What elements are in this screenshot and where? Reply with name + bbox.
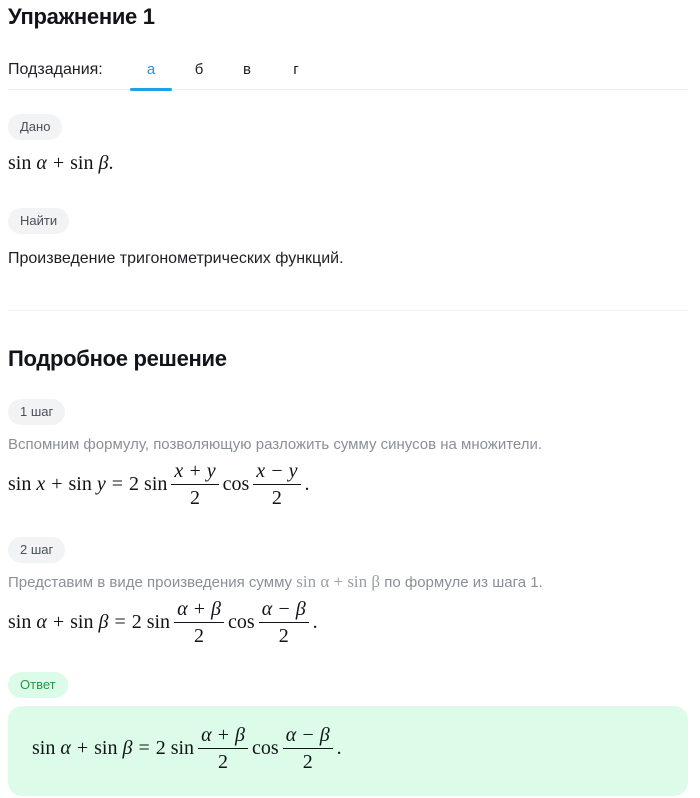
tab-subtask-g[interactable]: г: [275, 61, 317, 90]
math-var: α: [36, 152, 47, 174]
math-op: +: [76, 737, 89, 759]
math-func: sin: [68, 473, 92, 495]
math-var: x: [36, 473, 46, 495]
math-eq: =: [138, 737, 150, 759]
find-text: Произведение тригонометрических функций.: [8, 250, 344, 267]
tab-subtask-a[interactable]: а: [130, 61, 172, 91]
math-var: α: [36, 611, 47, 633]
math-fraction: α − β2: [258, 598, 309, 647]
math-var: α: [60, 737, 71, 759]
math-func: sin: [146, 611, 171, 633]
math-func: sin: [8, 473, 32, 495]
math-period: .: [312, 611, 318, 633]
math-coef: 2: [129, 473, 140, 495]
step-1-text: Вспомним формулу, позволяющую разложить …: [8, 436, 543, 453]
math-func: sin: [170, 737, 195, 759]
math-var: β: [98, 152, 109, 174]
find-badge: Найти: [8, 208, 70, 234]
math-period: .: [336, 737, 342, 759]
given-expression: sin α + sin β .: [8, 152, 113, 175]
math-func: sin: [94, 737, 118, 759]
math-op: +: [51, 473, 63, 495]
answer-badge: Ответ: [8, 672, 68, 698]
subtasks-label: Подзадания:: [8, 61, 103, 78]
solution-title: Подробное решение: [8, 346, 227, 371]
answer-formula: sin α + sin β = 2 sin α + β2 cos α − β2 …: [32, 724, 342, 773]
math-func: sin: [70, 152, 94, 174]
math-func: sin: [70, 611, 94, 633]
tab-subtask-v[interactable]: в: [226, 61, 268, 90]
math-func: cos: [222, 473, 250, 495]
math-coef: 2: [131, 611, 142, 633]
subtasks-tabs: Подзадания: а б в г: [8, 56, 688, 91]
math-period: .: [304, 473, 310, 495]
step-1-badge: 1 шаг: [8, 399, 66, 425]
math-eq: =: [114, 611, 126, 633]
math-var: β: [98, 611, 109, 633]
math-fraction: α + β2: [198, 724, 249, 773]
math-eq: =: [111, 473, 124, 495]
step-2-badge: 2 шаг: [8, 537, 66, 563]
math-fraction: α − β2: [282, 724, 333, 773]
math-fraction: x + y2: [171, 460, 219, 509]
answer-box: sin α + sin β = 2 sin α + β2 cos α − β2 …: [8, 706, 688, 796]
step-2-text: Представим в виде произведения сумму sin…: [8, 572, 543, 591]
given-badge: Дано: [8, 114, 63, 140]
math-var: β: [122, 737, 133, 759]
math-fraction: α + β2: [174, 598, 225, 647]
math-var: y: [96, 473, 106, 495]
inline-math: sin α + sin β: [296, 572, 381, 591]
math-func: sin: [8, 611, 32, 633]
math-func: sin: [144, 473, 168, 495]
math-coef: 2: [155, 737, 166, 759]
math-func: sin: [8, 152, 32, 174]
math-fraction: x − y2: [253, 460, 301, 509]
math-func: cos: [228, 611, 255, 633]
step-2-formula: sin α + sin β = 2 sin α + β2 cos α − β2 …: [8, 598, 318, 647]
math-period: .: [108, 152, 114, 174]
step-1-formula: sin x + sin y = 2 sin x + y2 cos x − y2 …: [8, 460, 310, 509]
exercise-title: Упражнение 1: [8, 4, 155, 29]
math-func: cos: [252, 737, 279, 759]
math-op: +: [52, 152, 65, 174]
math-op: +: [52, 611, 65, 633]
section-divider: [8, 310, 688, 311]
tab-subtask-b[interactable]: б: [178, 61, 220, 90]
math-func: sin: [32, 737, 56, 759]
